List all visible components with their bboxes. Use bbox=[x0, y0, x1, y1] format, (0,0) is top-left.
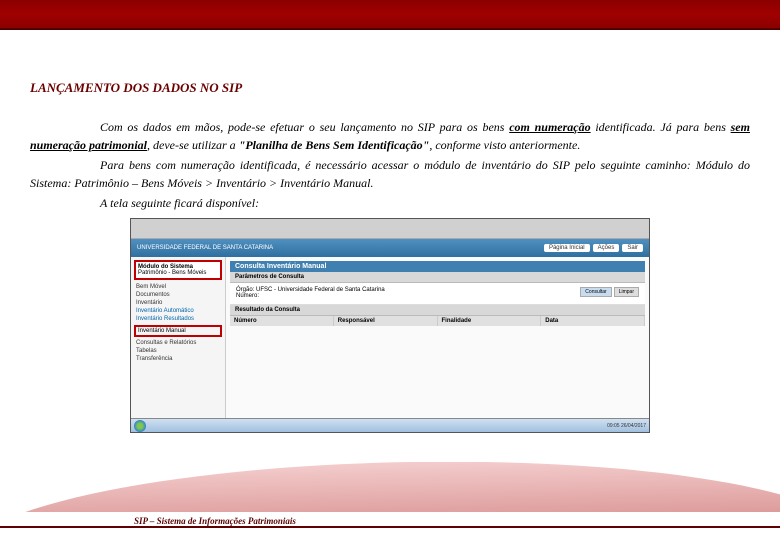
col-responsavel: Responsável bbox=[334, 316, 438, 326]
app-body: Módulo do Sistema Patrimônio - Bens Móve… bbox=[131, 257, 649, 418]
sidebar-item[interactable]: Tabelas bbox=[134, 347, 222, 355]
col-data: Data bbox=[541, 316, 645, 326]
module-selector-highlight: Módulo do Sistema Patrimônio - Bens Móve… bbox=[134, 260, 222, 280]
paragraph-2: Para bens com numeração identificada, é … bbox=[30, 156, 750, 192]
sidebar-item[interactable]: Transferência bbox=[134, 355, 222, 363]
module-value[interactable]: Patrimônio - Bens Móveis bbox=[138, 270, 218, 276]
footer-label: SIP – Sistema de Informações Patrimoniai… bbox=[130, 516, 300, 526]
header-actions: Página Inicial Ações Sair bbox=[544, 244, 643, 252]
text: identificada. Já para bens bbox=[591, 120, 731, 134]
text: , deve-se utilizar a bbox=[147, 138, 239, 152]
sidebar-item[interactable]: Consultas e Relatórios bbox=[134, 339, 222, 347]
sidebar: Módulo do Sistema Patrimônio - Bens Móve… bbox=[131, 257, 226, 418]
org-name: UNIVERSIDADE FEDERAL DE SANTA CATARINA bbox=[137, 245, 273, 251]
paragraph-1: Com os dados em mãos, pode-se efetuar o … bbox=[30, 118, 750, 154]
decorative-swoosh bbox=[0, 462, 780, 512]
windows-taskbar: 09:05 26/04/2017 bbox=[131, 418, 649, 432]
home-button[interactable]: Página Inicial bbox=[544, 244, 590, 252]
sidebar-item-inventario-manual[interactable]: Inventário Manual bbox=[134, 325, 222, 337]
sidebar-item[interactable]: Bem Móvel bbox=[134, 283, 222, 291]
actions-button[interactable]: Ações bbox=[593, 244, 620, 252]
sidebar-item[interactable]: Inventário bbox=[134, 299, 222, 307]
params-header: Parâmetros de Consulta bbox=[230, 272, 645, 283]
consultar-button[interactable]: Consultar bbox=[580, 287, 611, 297]
sidebar-item[interactable]: Documentos bbox=[134, 291, 222, 299]
exit-button[interactable]: Sair bbox=[622, 244, 643, 252]
start-button-icon[interactable] bbox=[134, 420, 146, 432]
taskbar-clock: 09:05 26/04/2017 bbox=[607, 423, 646, 429]
limpar-button[interactable]: Limpar bbox=[614, 287, 639, 297]
browser-chrome bbox=[131, 219, 649, 239]
col-numero: Número bbox=[230, 316, 334, 326]
sidebar-item[interactable]: Inventário Automático bbox=[134, 307, 222, 315]
app-header: UNIVERSIDADE FEDERAL DE SANTA CATARINA P… bbox=[131, 239, 649, 257]
text: , conforme visto anteriormente. bbox=[429, 138, 580, 152]
panel-title: Consulta Inventário Manual bbox=[230, 261, 645, 272]
result-columns: Número Responsável Finalidade Data bbox=[230, 316, 645, 326]
param-value: UFSC - Universidade Federal de Santa Cat… bbox=[256, 287, 385, 293]
main-panel: Consulta Inventário Manual Parâmetros de… bbox=[226, 257, 649, 418]
param-label: Número: bbox=[236, 293, 259, 299]
params-body: Órgão: UFSC - Universidade Federal de Sa… bbox=[230, 283, 645, 305]
result-header: Resultado da Consulta bbox=[230, 305, 645, 316]
footer-rule bbox=[0, 526, 780, 528]
slide-top-bar bbox=[0, 0, 780, 30]
content-area: LANÇAMENTO DOS DADOS NO SIP Com os dados… bbox=[0, 30, 780, 443]
text-emph: "Planilha de Bens Sem Identificação" bbox=[239, 138, 430, 152]
embedded-screenshot: UNIVERSIDADE FEDERAL DE SANTA CATARINA P… bbox=[130, 218, 650, 433]
sidebar-item[interactable]: Inventário Resultados bbox=[134, 315, 222, 323]
text-emph: com numeração bbox=[509, 120, 590, 134]
col-finalidade: Finalidade bbox=[438, 316, 542, 326]
section-heading: LANÇAMENTO DOS DADOS NO SIP bbox=[30, 80, 750, 96]
text: Com os dados em mãos, pode-se efetuar o … bbox=[100, 120, 509, 134]
paragraph-3: A tela seguinte ficará disponível: bbox=[30, 194, 750, 212]
